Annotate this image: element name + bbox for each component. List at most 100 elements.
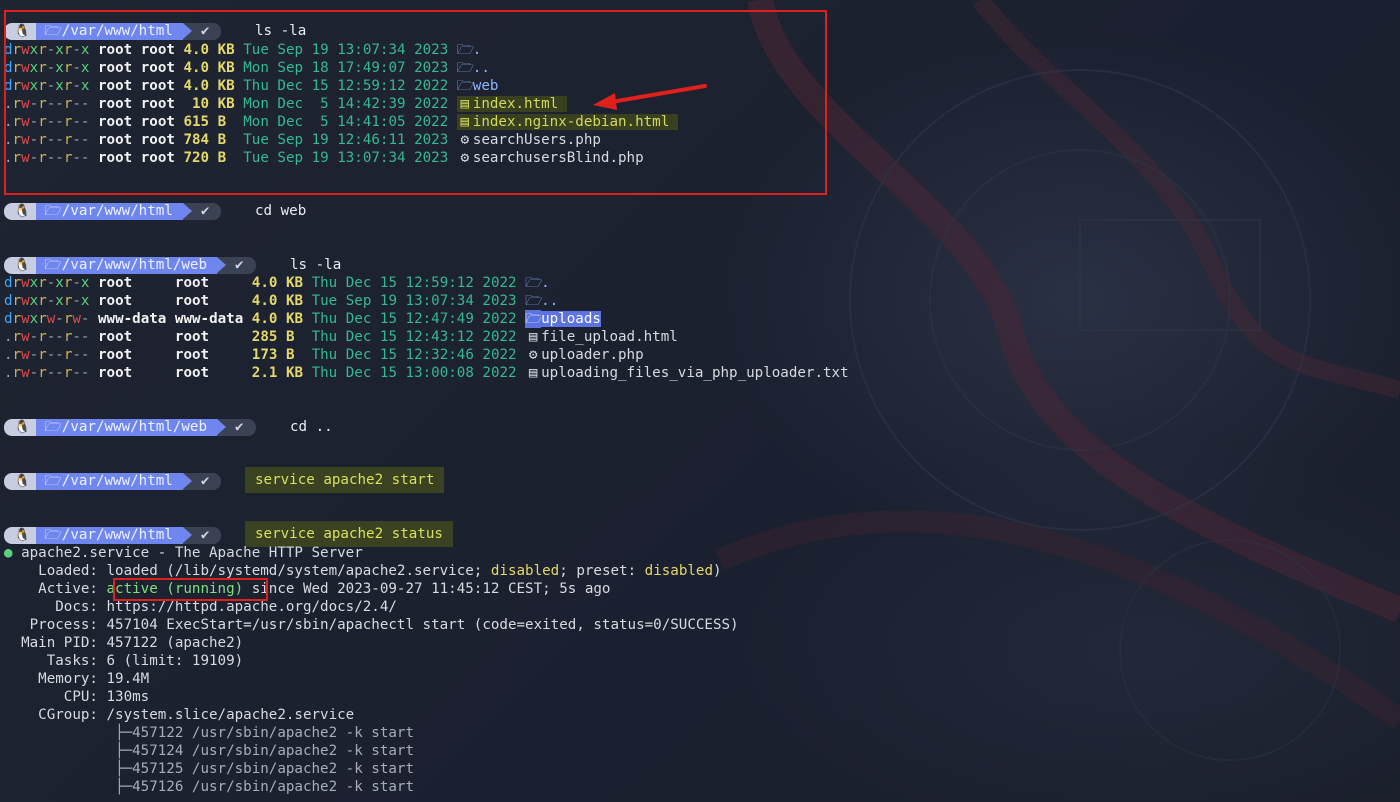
cgroup-process: ├─457122 /usr/sbin/apache2 -k start [4,724,414,742]
prompt-path-text: /var/www/html [61,527,173,543]
prompt-path-text: /var/www/html [61,473,173,489]
owner-user: root [98,275,167,291]
loaded-label: Loaded: [38,563,98,579]
command-text-highlighted: service apache2 start [245,467,445,493]
memory-label: Memory: [38,671,98,687]
file-name[interactable]: uploading_files_via_php_uploader.txt [541,365,849,381]
pid-value: 457122 (apache2) [106,635,244,651]
file-name[interactable]: file_upload.html [541,329,678,345]
prompt-line: 🐧 🗁/var/www/html ✔ [4,203,222,220]
modified-date: Thu Dec 15 12:47:49 2022 [311,311,517,327]
cgroup-process-text: ├─457122 /usr/sbin/apache2 -k start [115,725,415,741]
loaded-disabled: disabled [490,563,560,579]
owner-group: root [174,275,244,291]
file-size: 2.1 KB [251,365,304,381]
red-arrow-annotation [593,84,707,110]
cgroup-value: /system.slice/apache2.service [106,707,355,723]
owner-group: root [174,347,244,363]
cgroup-process: ├─457126 /usr/sbin/apache2 -k start [4,778,414,796]
owner-group: www-data [174,311,244,327]
text-file-icon: ▤ [528,365,538,381]
command-text: cd web [255,203,307,219]
highlight-box-active-running [113,578,268,601]
modified-date: Tue Sep 19 13:07:34 2023 [311,293,517,309]
file-row: .rw-r--r-- root root 173 B Thu Dec 15 12… [4,346,644,364]
pid-line: Main PID: 457122 (apache2) [4,634,243,652]
prompt-path-text: /var/www/html/web [61,419,207,435]
linux-penguin-icon: 🐧 [4,527,37,544]
loaded-close: ) [713,563,722,579]
folder-icon: 🗁 [525,275,543,291]
file-row: .rw-r--r-- root root 285 B Thu Dec 15 12… [4,328,678,346]
owner-user: root [98,365,167,381]
folder-icon: 🗁 [525,310,543,328]
docs-link[interactable]: https://httpd.apache.org/docs/2.4/ [107,599,397,615]
file-size: 4.0 KB [251,275,304,291]
file-name[interactable]: uploads [541,311,601,327]
prompt-path: 🗁/var/www/html [36,527,192,544]
modified-date: Thu Dec 15 12:59:12 2022 [311,275,517,291]
permissions: drwxrw-rw- [4,311,90,327]
html-file-icon: ▤ [528,329,538,345]
file-size: 4.0 KB [251,293,304,309]
service-title: apache2.service - The Apache HTTP Server [21,545,363,561]
docs-label: Docs: [55,599,98,615]
file-row: drwxr-xr-x root root 4.0 KB Thu Dec 15 1… [4,274,550,292]
modified-date: Thu Dec 15 12:32:46 2022 [311,347,517,363]
modified-date: Thu Dec 15 12:43:12 2022 [311,329,517,345]
prompt-line: 🐧 🗁/var/www/html/web ✔ [4,257,256,274]
linux-penguin-icon: 🐧 [4,473,37,490]
owner-user: www-data [98,311,167,327]
linux-penguin-icon: 🐧 [4,203,37,220]
pid-label: Main PID: [21,635,98,651]
cpu-line: CPU: 130ms [4,688,149,706]
tasks-line: Tasks: 6 (limit: 19109) [4,652,243,670]
owner-user: root [98,293,167,309]
service-title-line: ● apache2.service - The Apache HTTP Serv… [4,544,363,562]
cgroup-process: ├─457125 /usr/sbin/apache2 -k start [4,760,414,778]
cgroup-line: CGroup: /system.slice/apache2.service [4,706,354,724]
tasks-value: 6 (limit: 19109) [106,653,244,669]
owner-user: root [98,347,167,363]
file-size: 4.0 KB [251,311,304,327]
permissions: .rw-r--r-- [4,347,90,363]
owner-group: root [174,329,244,345]
permissions: drwxr-xr-x [4,275,90,291]
loaded-line: Loaded: loaded (/lib/systemd/system/apac… [4,562,722,580]
process-label: Process: [29,617,98,633]
prompt-line: 🐧 🗁/var/www/html ✔ [4,473,222,490]
owner-group: root [174,365,244,381]
owner-group: root [174,293,244,309]
loaded-preset-label: ; preset: [559,563,645,579]
modified-date: Thu Dec 15 13:00:08 2022 [311,365,517,381]
file-name[interactable]: .. [541,293,558,309]
prompt-path: 🗁/var/www/html [36,203,192,220]
cgroup-process-text: ├─457125 /usr/sbin/apache2 -k start [115,761,415,777]
prompt-line: 🐧 🗁/var/www/html ✔ [4,527,222,544]
prompt-path-text: /var/www/html/web [61,257,207,273]
memory-value: 19.4M [106,671,150,687]
preset-disabled: disabled [644,563,713,579]
loaded-value: loaded (/lib/systemd/system/apache2.serv… [106,563,491,579]
folder-icon: 🗁 [525,293,543,309]
prompt-path-text: /var/www/html [61,203,173,219]
active-line: Active: active (running) since Wed 2023-… [4,580,610,598]
file-row: .rw-r--r-- root root 2.1 KB Thu Dec 15 1… [4,364,849,382]
owner-user: root [98,329,167,345]
prompt-path: 🗁/var/www/html [36,473,192,490]
php-icon: ⚙ [528,347,538,363]
prompt-path: 🗁/var/www/html/web [36,257,226,274]
command-text: cd .. [290,419,333,435]
file-size: 285 B [251,329,304,345]
file-name[interactable]: . [541,275,550,291]
prompt-path: 🗁/var/www/html/web [36,419,226,436]
permissions: drwxr-xr-x [4,293,90,309]
file-row: drwxr-xr-x root root 4.0 KB Tue Sep 19 1… [4,292,558,310]
command-text: ls -la [290,257,342,273]
cgroup-process-text: ├─457126 /usr/sbin/apache2 -k start [115,779,415,795]
memory-line: Memory: 19.4M [4,670,149,688]
file-name[interactable]: uploader.php [541,347,644,363]
active-label: Active: [38,581,98,597]
tasks-label: Tasks: [46,653,98,669]
permissions: .rw-r--r-- [4,365,90,381]
